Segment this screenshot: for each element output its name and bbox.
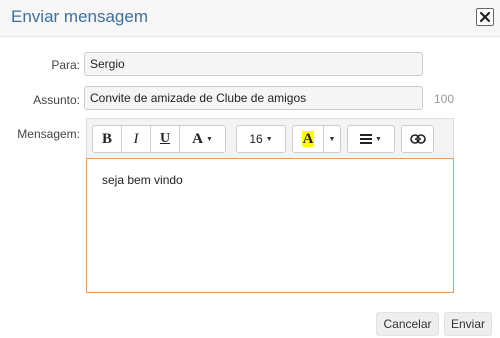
bold-label: B — [101, 130, 112, 147]
dialog-title: Enviar mensagem — [11, 7, 149, 26]
editor-toolbar: B I U A ▼ 16 ▼ A ▼ ▼ — [86, 118, 454, 158]
italic-button[interactable]: I — [121, 125, 151, 153]
align-left-icon — [360, 134, 373, 144]
font-color-label: A — [192, 130, 203, 147]
align-dropdown[interactable]: ▼ — [347, 125, 395, 153]
highlight-label: A — [301, 131, 315, 147]
link-icon — [409, 134, 426, 144]
font-size-value: 16 — [249, 132, 263, 146]
cancel-button[interactable]: Cancelar — [376, 312, 439, 336]
chevron-down-icon: ▼ — [328, 135, 336, 143]
highlight-dropdown[interactable]: ▼ — [323, 125, 341, 153]
subject-label: Assunto: — [33, 93, 80, 107]
italic-label: I — [133, 130, 139, 147]
chevron-down-icon: ▼ — [205, 135, 213, 143]
message-editor[interactable]: seja bem vindo — [86, 158, 454, 293]
send-message-dialog: Enviar mensagem Para: Sergio Assunto: Co… — [0, 0, 500, 338]
message-content: seja bem vindo — [102, 173, 183, 187]
subject-char-counter: 100 — [434, 92, 455, 106]
message-label: Mensagem: — [17, 127, 80, 141]
send-label: Enviar — [450, 317, 485, 331]
to-field[interactable]: Sergio — [84, 52, 423, 76]
highlight-button[interactable]: A — [292, 125, 324, 153]
close-icon — [479, 11, 491, 23]
font-color-dropdown[interactable]: A ▼ — [179, 125, 226, 153]
underline-label: U — [159, 131, 171, 146]
close-button[interactable] — [476, 8, 494, 26]
cancel-label: Cancelar — [383, 317, 432, 331]
chevron-down-icon: ▼ — [375, 135, 382, 143]
font-size-dropdown[interactable]: 16 ▼ — [236, 125, 286, 153]
subject-field[interactable]: Convite de amizade de Clube de amigos — [84, 86, 423, 110]
to-label: Para: — [51, 58, 80, 72]
dialog-titlebar: Enviar mensagem — [0, 0, 500, 37]
bold-button[interactable]: B — [92, 125, 122, 153]
underline-button[interactable]: U — [150, 125, 180, 153]
send-button[interactable]: Enviar — [444, 312, 492, 336]
link-button[interactable] — [401, 125, 434, 153]
chevron-down-icon: ▼ — [265, 135, 273, 143]
